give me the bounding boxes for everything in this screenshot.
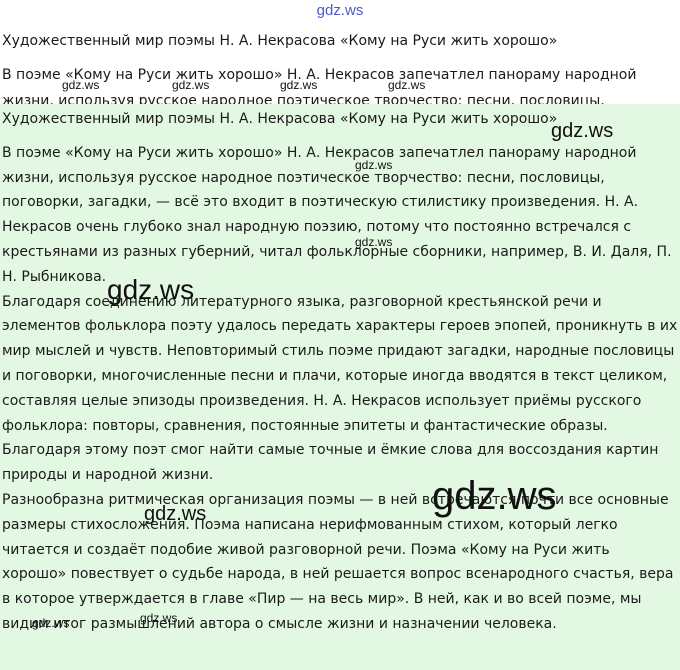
article-paragraph: Благодаря соединению литературного языка… xyxy=(2,293,678,484)
watermark: gdz.ws xyxy=(62,78,100,92)
watermark: gdz.ws xyxy=(140,611,178,625)
article: Художественный мир поэмы Н. А. Некрасова… xyxy=(2,107,678,637)
article-paragraph: Разнообразна ритмическая организация поэ… xyxy=(2,491,674,632)
watermark: gdz.ws xyxy=(551,120,614,142)
watermark: gdz.ws xyxy=(355,158,393,172)
watermark: gdz.ws xyxy=(107,274,195,305)
top-fragment-title: Художественный мир поэмы Н. А. Некрасова… xyxy=(2,33,558,49)
watermark: gdz.ws xyxy=(388,78,426,92)
article-paragraph: В поэме «Кому на Руси жить хорошо» Н. А.… xyxy=(2,144,672,285)
watermark: gdz.ws xyxy=(144,503,207,525)
top-fragment: Художественный мир поэмы Н. А. Некрасова… xyxy=(2,28,678,104)
watermark: gdz.ws xyxy=(432,474,557,518)
top-fragment-line: В поэме «Кому на Руси жить хорошо» Н. А.… xyxy=(2,67,637,83)
watermark: gdz.ws xyxy=(355,235,393,249)
site-header[interactable]: gdz.ws xyxy=(0,2,680,19)
watermark: gdz.ws xyxy=(32,616,70,630)
top-fragment-line: жизни, используя русское народное поэтич… xyxy=(2,93,605,104)
watermark: gdz.ws xyxy=(280,78,318,92)
watermark: gdz.ws xyxy=(172,78,210,92)
